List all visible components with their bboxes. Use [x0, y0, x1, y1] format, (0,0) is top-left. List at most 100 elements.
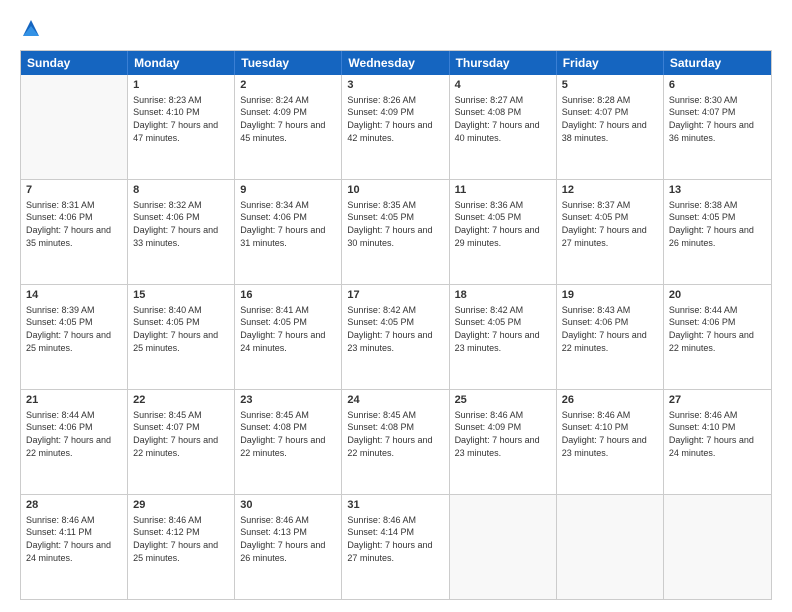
day-number: 23: [240, 393, 336, 408]
calendar: SundayMondayTuesdayWednesdayThursdayFrid…: [20, 50, 772, 600]
logo-icon: [21, 18, 41, 40]
cell-content: Sunrise: 8:46 AM Sunset: 4:10 PM Dayligh…: [669, 409, 766, 459]
cell-content: Sunrise: 8:27 AM Sunset: 4:08 PM Dayligh…: [455, 94, 551, 144]
weekday-header: Tuesday: [235, 51, 342, 75]
calendar-cell: 16Sunrise: 8:41 AM Sunset: 4:05 PM Dayli…: [235, 285, 342, 389]
cell-content: Sunrise: 8:40 AM Sunset: 4:05 PM Dayligh…: [133, 304, 229, 354]
cell-content: Sunrise: 8:31 AM Sunset: 4:06 PM Dayligh…: [26, 199, 122, 249]
cell-content: Sunrise: 8:46 AM Sunset: 4:12 PM Dayligh…: [133, 514, 229, 564]
calendar-cell: 5Sunrise: 8:28 AM Sunset: 4:07 PM Daylig…: [557, 75, 664, 179]
cell-content: Sunrise: 8:45 AM Sunset: 4:08 PM Dayligh…: [347, 409, 443, 459]
calendar-body: 1Sunrise: 8:23 AM Sunset: 4:10 PM Daylig…: [21, 75, 771, 599]
day-number: 24: [347, 393, 443, 408]
calendar-cell: 2Sunrise: 8:24 AM Sunset: 4:09 PM Daylig…: [235, 75, 342, 179]
cell-content: Sunrise: 8:37 AM Sunset: 4:05 PM Dayligh…: [562, 199, 658, 249]
calendar-cell: 4Sunrise: 8:27 AM Sunset: 4:08 PM Daylig…: [450, 75, 557, 179]
calendar-row: 21Sunrise: 8:44 AM Sunset: 4:06 PM Dayli…: [21, 390, 771, 495]
weekday-header: Wednesday: [342, 51, 449, 75]
day-number: 10: [347, 183, 443, 198]
calendar-cell: 17Sunrise: 8:42 AM Sunset: 4:05 PM Dayli…: [342, 285, 449, 389]
cell-content: Sunrise: 8:46 AM Sunset: 4:13 PM Dayligh…: [240, 514, 336, 564]
cell-content: Sunrise: 8:42 AM Sunset: 4:05 PM Dayligh…: [347, 304, 443, 354]
weekday-header: Saturday: [664, 51, 771, 75]
cell-content: Sunrise: 8:26 AM Sunset: 4:09 PM Dayligh…: [347, 94, 443, 144]
day-number: 29: [133, 498, 229, 513]
day-number: 31: [347, 498, 443, 513]
day-number: 4: [455, 78, 551, 93]
calendar-cell: 21Sunrise: 8:44 AM Sunset: 4:06 PM Dayli…: [21, 390, 128, 494]
page: SundayMondayTuesdayWednesdayThursdayFrid…: [0, 0, 792, 612]
cell-content: Sunrise: 8:44 AM Sunset: 4:06 PM Dayligh…: [26, 409, 122, 459]
day-number: 22: [133, 393, 229, 408]
day-number: 8: [133, 183, 229, 198]
calendar-cell: 10Sunrise: 8:35 AM Sunset: 4:05 PM Dayli…: [342, 180, 449, 284]
calendar-cell: 28Sunrise: 8:46 AM Sunset: 4:11 PM Dayli…: [21, 495, 128, 599]
cell-content: Sunrise: 8:38 AM Sunset: 4:05 PM Dayligh…: [669, 199, 766, 249]
day-number: 3: [347, 78, 443, 93]
cell-content: Sunrise: 8:44 AM Sunset: 4:06 PM Dayligh…: [669, 304, 766, 354]
calendar-cell: 30Sunrise: 8:46 AM Sunset: 4:13 PM Dayli…: [235, 495, 342, 599]
cell-content: Sunrise: 8:45 AM Sunset: 4:08 PM Dayligh…: [240, 409, 336, 459]
calendar-row: 28Sunrise: 8:46 AM Sunset: 4:11 PM Dayli…: [21, 495, 771, 599]
calendar-cell: 31Sunrise: 8:46 AM Sunset: 4:14 PM Dayli…: [342, 495, 449, 599]
day-number: 25: [455, 393, 551, 408]
calendar-cell: 29Sunrise: 8:46 AM Sunset: 4:12 PM Dayli…: [128, 495, 235, 599]
calendar-cell: 7Sunrise: 8:31 AM Sunset: 4:06 PM Daylig…: [21, 180, 128, 284]
calendar-cell: 19Sunrise: 8:43 AM Sunset: 4:06 PM Dayli…: [557, 285, 664, 389]
calendar-cell: 20Sunrise: 8:44 AM Sunset: 4:06 PM Dayli…: [664, 285, 771, 389]
day-number: 7: [26, 183, 122, 198]
logo: [20, 18, 42, 40]
day-number: 13: [669, 183, 766, 198]
day-number: 21: [26, 393, 122, 408]
calendar-row: 7Sunrise: 8:31 AM Sunset: 4:06 PM Daylig…: [21, 180, 771, 285]
calendar-cell: [557, 495, 664, 599]
calendar-row: 1Sunrise: 8:23 AM Sunset: 4:10 PM Daylig…: [21, 75, 771, 180]
calendar-cell: [21, 75, 128, 179]
day-number: 17: [347, 288, 443, 303]
cell-content: Sunrise: 8:23 AM Sunset: 4:10 PM Dayligh…: [133, 94, 229, 144]
weekday-header: Monday: [128, 51, 235, 75]
calendar-row: 14Sunrise: 8:39 AM Sunset: 4:05 PM Dayli…: [21, 285, 771, 390]
weekday-header: Friday: [557, 51, 664, 75]
calendar-cell: 14Sunrise: 8:39 AM Sunset: 4:05 PM Dayli…: [21, 285, 128, 389]
cell-content: Sunrise: 8:46 AM Sunset: 4:09 PM Dayligh…: [455, 409, 551, 459]
calendar-cell: 24Sunrise: 8:45 AM Sunset: 4:08 PM Dayli…: [342, 390, 449, 494]
header: [20, 18, 772, 40]
day-number: 14: [26, 288, 122, 303]
cell-content: Sunrise: 8:32 AM Sunset: 4:06 PM Dayligh…: [133, 199, 229, 249]
calendar-cell: 25Sunrise: 8:46 AM Sunset: 4:09 PM Dayli…: [450, 390, 557, 494]
day-number: 18: [455, 288, 551, 303]
cell-content: Sunrise: 8:43 AM Sunset: 4:06 PM Dayligh…: [562, 304, 658, 354]
day-number: 30: [240, 498, 336, 513]
calendar-cell: 11Sunrise: 8:36 AM Sunset: 4:05 PM Dayli…: [450, 180, 557, 284]
cell-content: Sunrise: 8:41 AM Sunset: 4:05 PM Dayligh…: [240, 304, 336, 354]
day-number: 16: [240, 288, 336, 303]
calendar-cell: 13Sunrise: 8:38 AM Sunset: 4:05 PM Dayli…: [664, 180, 771, 284]
calendar-cell: 9Sunrise: 8:34 AM Sunset: 4:06 PM Daylig…: [235, 180, 342, 284]
cell-content: Sunrise: 8:28 AM Sunset: 4:07 PM Dayligh…: [562, 94, 658, 144]
calendar-cell: 3Sunrise: 8:26 AM Sunset: 4:09 PM Daylig…: [342, 75, 449, 179]
cell-content: Sunrise: 8:39 AM Sunset: 4:05 PM Dayligh…: [26, 304, 122, 354]
logo-text: [20, 18, 42, 40]
calendar-cell: 6Sunrise: 8:30 AM Sunset: 4:07 PM Daylig…: [664, 75, 771, 179]
cell-content: Sunrise: 8:36 AM Sunset: 4:05 PM Dayligh…: [455, 199, 551, 249]
calendar-cell: 18Sunrise: 8:42 AM Sunset: 4:05 PM Dayli…: [450, 285, 557, 389]
cell-content: Sunrise: 8:35 AM Sunset: 4:05 PM Dayligh…: [347, 199, 443, 249]
day-number: 1: [133, 78, 229, 93]
day-number: 11: [455, 183, 551, 198]
day-number: 26: [562, 393, 658, 408]
calendar-cell: 12Sunrise: 8:37 AM Sunset: 4:05 PM Dayli…: [557, 180, 664, 284]
calendar-cell: 27Sunrise: 8:46 AM Sunset: 4:10 PM Dayli…: [664, 390, 771, 494]
calendar-cell: 8Sunrise: 8:32 AM Sunset: 4:06 PM Daylig…: [128, 180, 235, 284]
day-number: 15: [133, 288, 229, 303]
day-number: 9: [240, 183, 336, 198]
calendar-cell: 26Sunrise: 8:46 AM Sunset: 4:10 PM Dayli…: [557, 390, 664, 494]
calendar-cell: [664, 495, 771, 599]
cell-content: Sunrise: 8:45 AM Sunset: 4:07 PM Dayligh…: [133, 409, 229, 459]
calendar-cell: 22Sunrise: 8:45 AM Sunset: 4:07 PM Dayli…: [128, 390, 235, 494]
day-number: 6: [669, 78, 766, 93]
cell-content: Sunrise: 8:42 AM Sunset: 4:05 PM Dayligh…: [455, 304, 551, 354]
cell-content: Sunrise: 8:46 AM Sunset: 4:10 PM Dayligh…: [562, 409, 658, 459]
cell-content: Sunrise: 8:34 AM Sunset: 4:06 PM Dayligh…: [240, 199, 336, 249]
calendar-cell: 1Sunrise: 8:23 AM Sunset: 4:10 PM Daylig…: [128, 75, 235, 179]
